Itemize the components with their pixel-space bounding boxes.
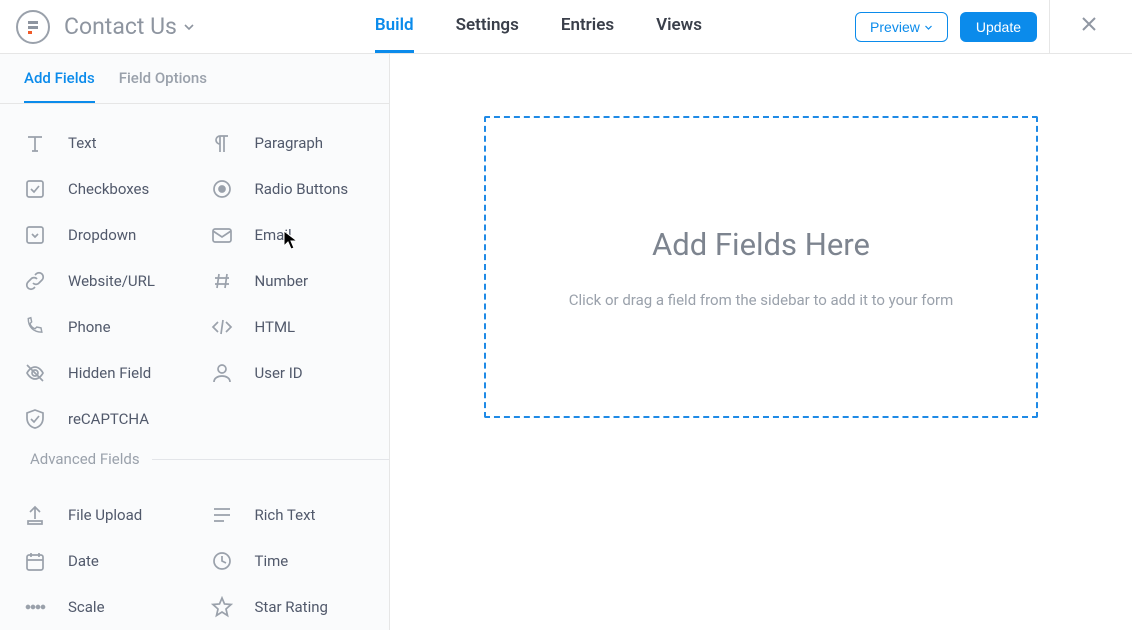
hidden-icon — [22, 360, 48, 386]
main: Add Fields Field Options Text Paragraph Ch… — [0, 54, 1132, 630]
sidebar: Add Fields Field Options Text Paragraph Ch… — [0, 54, 390, 630]
radio-icon — [209, 176, 235, 202]
field-label: reCAPTCHA — [68, 410, 149, 428]
scale-icon — [22, 594, 48, 620]
tab-entries[interactable]: Entries — [561, 0, 614, 53]
preview-label: Preview — [870, 19, 920, 35]
field-item-radio[interactable]: Radio Buttons — [195, 166, 382, 212]
field-item-star[interactable]: Star Rating — [195, 584, 382, 630]
advanced-section-divider: Advanced Fields — [0, 450, 389, 468]
field-label: Rich Text — [255, 506, 316, 524]
caret-down-icon — [924, 19, 933, 35]
advanced-heading: Advanced Fields — [0, 450, 152, 468]
richtext-icon — [209, 502, 235, 528]
preview-button[interactable]: Preview — [855, 12, 948, 42]
field-label: User ID — [255, 364, 303, 382]
captcha-icon — [22, 406, 48, 432]
url-icon — [22, 268, 48, 294]
topbar: Contact Us Build Settings Entries Views … — [0, 0, 1132, 54]
field-item-paragraph[interactable]: Paragraph — [195, 120, 382, 166]
field-label: Paragraph — [255, 134, 324, 152]
canvas: Add Fields Here Click or drag a field fr… — [390, 54, 1132, 630]
text-icon — [22, 130, 48, 156]
field-item-upload[interactable]: File Upload — [8, 492, 195, 538]
divider-line — [152, 459, 389, 460]
field-label: Date — [68, 552, 99, 570]
field-item-checkbox[interactable]: Checkboxes — [8, 166, 195, 212]
chevron-down-icon — [183, 21, 195, 33]
checkbox-icon — [22, 176, 48, 202]
logo-glyph-icon — [25, 19, 41, 35]
field-item-number[interactable]: Number — [195, 258, 382, 304]
dropdown-icon — [22, 222, 48, 248]
field-label: Time — [255, 552, 289, 570]
upload-icon — [22, 502, 48, 528]
brand-logo[interactable] — [16, 10, 50, 44]
form-title-text: Contact Us — [64, 13, 177, 40]
phone-icon — [22, 314, 48, 340]
field-item-date[interactable]: Date — [8, 538, 195, 584]
star-icon — [209, 594, 235, 620]
field-label: Scale — [68, 598, 105, 616]
tab-settings[interactable]: Settings — [456, 0, 519, 53]
field-item-dropdown[interactable]: Dropdown — [8, 212, 195, 258]
field-item-hidden[interactable]: Hidden Field — [8, 350, 195, 396]
close-icon — [1080, 15, 1098, 33]
top-right-actions: Preview Update — [855, 0, 1132, 53]
field-item-html[interactable]: HTML — [195, 304, 382, 350]
field-item-richtext[interactable]: Rich Text — [195, 492, 382, 538]
field-item-user[interactable]: User ID — [195, 350, 382, 396]
tab-views[interactable]: Views — [656, 0, 702, 53]
field-label: Text — [68, 134, 97, 152]
drop-subtitle: Click or drag a field from the sidebar t… — [569, 291, 954, 309]
separator — [1049, 0, 1050, 54]
field-item-text[interactable]: Text — [8, 120, 195, 166]
field-item-url[interactable]: Website/URL — [8, 258, 195, 304]
field-item-captcha[interactable]: reCAPTCHA — [8, 396, 195, 442]
email-icon — [209, 222, 235, 248]
field-label: HTML — [255, 318, 296, 336]
sidebar-tabs: Add Fields Field Options — [0, 54, 389, 104]
field-label: Website/URL — [68, 272, 155, 290]
tab-build[interactable]: Build — [375, 0, 414, 53]
date-icon — [22, 548, 48, 574]
update-button[interactable]: Update — [960, 12, 1037, 42]
drop-zone[interactable]: Add Fields Here Click or drag a field fr… — [484, 116, 1038, 418]
field-label: Hidden Field — [68, 364, 151, 382]
sidebar-tab-add-fields[interactable]: Add Fields — [24, 54, 95, 103]
field-item-time[interactable]: Time — [195, 538, 382, 584]
field-label: Number — [255, 272, 309, 290]
paragraph-icon — [209, 130, 235, 156]
field-label: Radio Buttons — [255, 180, 349, 198]
user-icon — [209, 360, 235, 386]
top-nav: Build Settings Entries Views — [375, 0, 702, 53]
field-item-email[interactable]: Email — [195, 212, 382, 258]
brand-area: Contact Us — [0, 10, 195, 44]
field-item-phone[interactable]: Phone — [8, 304, 195, 350]
field-label: Checkboxes — [68, 180, 149, 198]
sidebar-tab-field-options[interactable]: Field Options — [119, 54, 207, 103]
close-button[interactable] — [1062, 14, 1116, 39]
form-title-dropdown[interactable]: Contact Us — [64, 13, 195, 40]
drop-title: Add Fields Here — [652, 226, 870, 263]
field-item-scale[interactable]: Scale — [8, 584, 195, 630]
field-label: Star Rating — [255, 598, 328, 616]
basic-fields-grid: Text Paragraph Checkboxes Radio Buttons Drop… — [0, 104, 389, 442]
html-icon — [209, 314, 235, 340]
field-label: Email — [255, 226, 292, 244]
field-label: File Upload — [68, 506, 142, 524]
field-label: Dropdown — [68, 226, 136, 244]
field-label: Phone — [68, 318, 111, 336]
advanced-fields-grid: File Upload Rich Text Date Time Scale Star Ra… — [0, 476, 389, 630]
number-icon — [209, 268, 235, 294]
time-icon — [209, 548, 235, 574]
